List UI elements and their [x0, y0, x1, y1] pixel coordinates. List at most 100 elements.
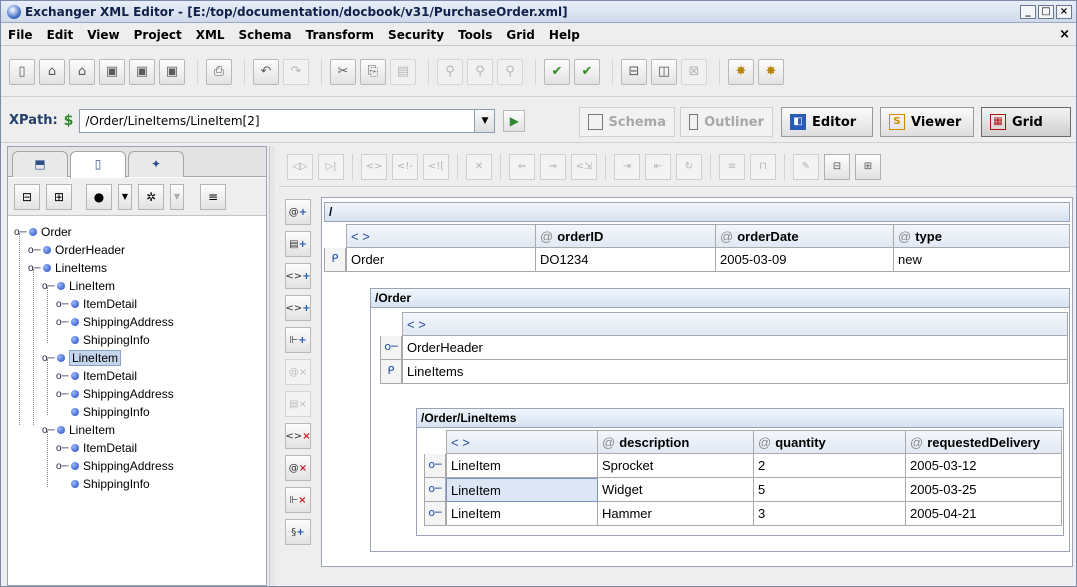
- tree-node-shippinginfo[interactable]: ShippingInfo: [56, 403, 150, 421]
- collapse-all-icon[interactable]: ⊟: [14, 183, 40, 210]
- print-icon[interactable]: ⎙: [206, 58, 232, 85]
- comment-icon[interactable]: <!-: [392, 153, 418, 180]
- expand-all-icon[interactable]: ⊞: [46, 183, 72, 210]
- menu-grid[interactable]: Grid: [499, 28, 541, 42]
- outliner-view-button[interactable]: Outliner: [680, 107, 773, 137]
- delete-text-icon[interactable]: ▤×: [285, 391, 311, 417]
- menu-xml[interactable]: XML: [189, 28, 232, 42]
- element-filter-icon[interactable]: ●: [86, 183, 112, 210]
- save-as-icon[interactable]: ▣: [129, 58, 155, 85]
- cell-lineitem-selected[interactable]: LineItem: [446, 478, 598, 502]
- delete-child-icon[interactable]: ⊩ ×: [285, 487, 311, 513]
- redo-icon[interactable]: ↷: [283, 58, 309, 85]
- tree-node-lineitem[interactable]: ο─ LineItem: [42, 277, 115, 295]
- cell-description[interactable]: Hammer: [598, 502, 754, 526]
- cell-lineitem[interactable]: LineItem: [446, 502, 598, 526]
- cell-lineitems[interactable]: LineItems: [402, 360, 1068, 384]
- add-element-before-icon[interactable]: <> +: [285, 263, 311, 289]
- panel-splitter[interactable]: [269, 146, 275, 586]
- open-folder-icon[interactable]: ⌂: [39, 58, 65, 85]
- column-header-quantity[interactable]: @ quantity: [754, 430, 906, 454]
- viewer-view-button[interactable]: S Viewer: [880, 107, 974, 137]
- shift-right-icon[interactable]: ⇥: [614, 153, 640, 180]
- configure-scenario-icon[interactable]: ✸: [758, 58, 784, 85]
- close-document-button[interactable]: ×: [1059, 27, 1070, 42]
- delete-attribute-column-icon[interactable]: @ ×: [285, 455, 311, 481]
- new-file-icon[interactable]: ▯: [9, 58, 35, 85]
- execute-scenario-icon[interactable]: ✸: [728, 58, 754, 85]
- column-header-element[interactable]: < >: [446, 430, 598, 454]
- delete-attribute-icon[interactable]: @×: [285, 359, 311, 385]
- column-header-orderdate[interactable]: @ orderDate: [716, 224, 894, 248]
- expand-row-icon[interactable]: ο─: [380, 336, 402, 360]
- cut-icon[interactable]: ✂: [330, 58, 356, 85]
- editor-view-button[interactable]: ◧ Editor: [781, 107, 873, 137]
- validate-icon[interactable]: ✔: [544, 58, 570, 85]
- tree-node-shippingaddress[interactable]: ο─ ShippingAddress: [56, 313, 174, 331]
- menu-project[interactable]: Project: [127, 28, 189, 42]
- add-namespace-icon[interactable]: § +: [285, 519, 311, 545]
- tree-node-shippinginfo[interactable]: ShippingInfo: [56, 475, 150, 493]
- column-header-element[interactable]: < >: [402, 312, 1068, 336]
- list-icon[interactable]: ≡: [719, 153, 745, 180]
- close-button[interactable]: ×: [1056, 4, 1072, 19]
- tree-node-lineitems[interactable]: ο─ LineItems: [28, 259, 107, 277]
- open-remote-icon[interactable]: ⌂: [69, 58, 95, 85]
- undo-icon[interactable]: ↶: [253, 58, 279, 85]
- edit-icon[interactable]: ✎: [793, 153, 819, 180]
- cell-quantity[interactable]: 2: [754, 454, 906, 478]
- cell-requesteddelivery[interactable]: 2005-04-21: [906, 502, 1062, 526]
- cell-type[interactable]: new: [894, 248, 1070, 272]
- cell-lineitem[interactable]: LineItem: [446, 454, 598, 478]
- tree-node-itemdetail[interactable]: ο─ ItemDetail: [56, 439, 137, 457]
- save-icon[interactable]: ▣: [99, 58, 125, 85]
- menu-transform[interactable]: Transform: [299, 28, 381, 42]
- split-horizontal-icon[interactable]: ⊟: [621, 58, 647, 85]
- paste-icon[interactable]: ▤: [390, 58, 416, 85]
- expand-row-icon[interactable]: ο─: [424, 478, 446, 502]
- move-left-icon[interactable]: ◁▷: [287, 153, 313, 180]
- xpath-execute-icon[interactable]: ▶: [503, 109, 526, 132]
- tab-project-icon[interactable]: ⬒: [12, 151, 68, 177]
- indent-icon[interactable]: <⇲: [571, 153, 597, 180]
- menu-tools[interactable]: Tools: [451, 28, 499, 42]
- find-icon[interactable]: ⚲: [437, 58, 463, 85]
- column-header-type[interactable]: @ type: [894, 224, 1070, 248]
- xpath-dropdown-icon[interactable]: ▼: [475, 108, 496, 133]
- tree-node-shippingaddress[interactable]: ο─ ShippingAddress: [56, 457, 174, 475]
- sort-icon[interactable]: ≡: [200, 183, 226, 210]
- collapse-row-icon[interactable]: ᑭ: [324, 248, 346, 272]
- cell-quantity[interactable]: 5: [754, 478, 906, 502]
- cell-quantity[interactable]: 3: [754, 502, 906, 526]
- tree-node-order[interactable]: ο─ Order: [14, 223, 72, 241]
- expand-row-icon[interactable]: ο─: [424, 502, 446, 526]
- tab-navigator-icon[interactable]: ▯: [70, 151, 126, 178]
- find-next-icon[interactable]: ⚲: [467, 58, 493, 85]
- replace-icon[interactable]: ⚲: [497, 58, 523, 85]
- tree-node-shippinginfo[interactable]: ShippingInfo: [56, 331, 150, 349]
- menu-file[interactable]: File: [1, 28, 40, 42]
- column-header-requesteddelivery[interactable]: @ requestedDelivery: [906, 430, 1062, 454]
- unsplit-icon[interactable]: ⊠: [681, 58, 707, 85]
- cell-description[interactable]: Sprocket: [598, 454, 754, 478]
- schema-view-button[interactable]: Schema: [579, 107, 675, 137]
- column-header-orderid[interactable]: @ orderID: [536, 224, 716, 248]
- expand-row-icon[interactable]: ο─: [424, 454, 446, 478]
- add-child-icon[interactable]: ⊩ +: [285, 327, 311, 353]
- copy-icon[interactable]: ⎘: [360, 58, 386, 85]
- cell-element[interactable]: Order: [346, 248, 536, 272]
- minimize-button[interactable]: _: [1020, 4, 1036, 19]
- settings-dropdown-icon[interactable]: ▼: [170, 183, 184, 210]
- collapse-row-icon[interactable]: ᑭ: [380, 360, 402, 384]
- grid-collapse-icon[interactable]: ⊟: [824, 153, 850, 180]
- cell-orderdate[interactable]: 2005-03-09: [716, 248, 894, 272]
- grid-view-button[interactable]: ▦ Grid: [981, 107, 1071, 137]
- menu-edit[interactable]: Edit: [40, 28, 81, 42]
- settings-icon[interactable]: ✲: [138, 183, 164, 210]
- filter-dropdown-icon[interactable]: ▼: [118, 183, 132, 210]
- well-formed-icon[interactable]: ✔: [574, 58, 600, 85]
- maximize-button[interactable]: □: [1038, 4, 1054, 19]
- tree-node-shippingaddress[interactable]: ο─ ShippingAddress: [56, 385, 174, 403]
- menu-schema[interactable]: Schema: [232, 28, 299, 42]
- move-right-icon[interactable]: ▷|: [318, 153, 344, 180]
